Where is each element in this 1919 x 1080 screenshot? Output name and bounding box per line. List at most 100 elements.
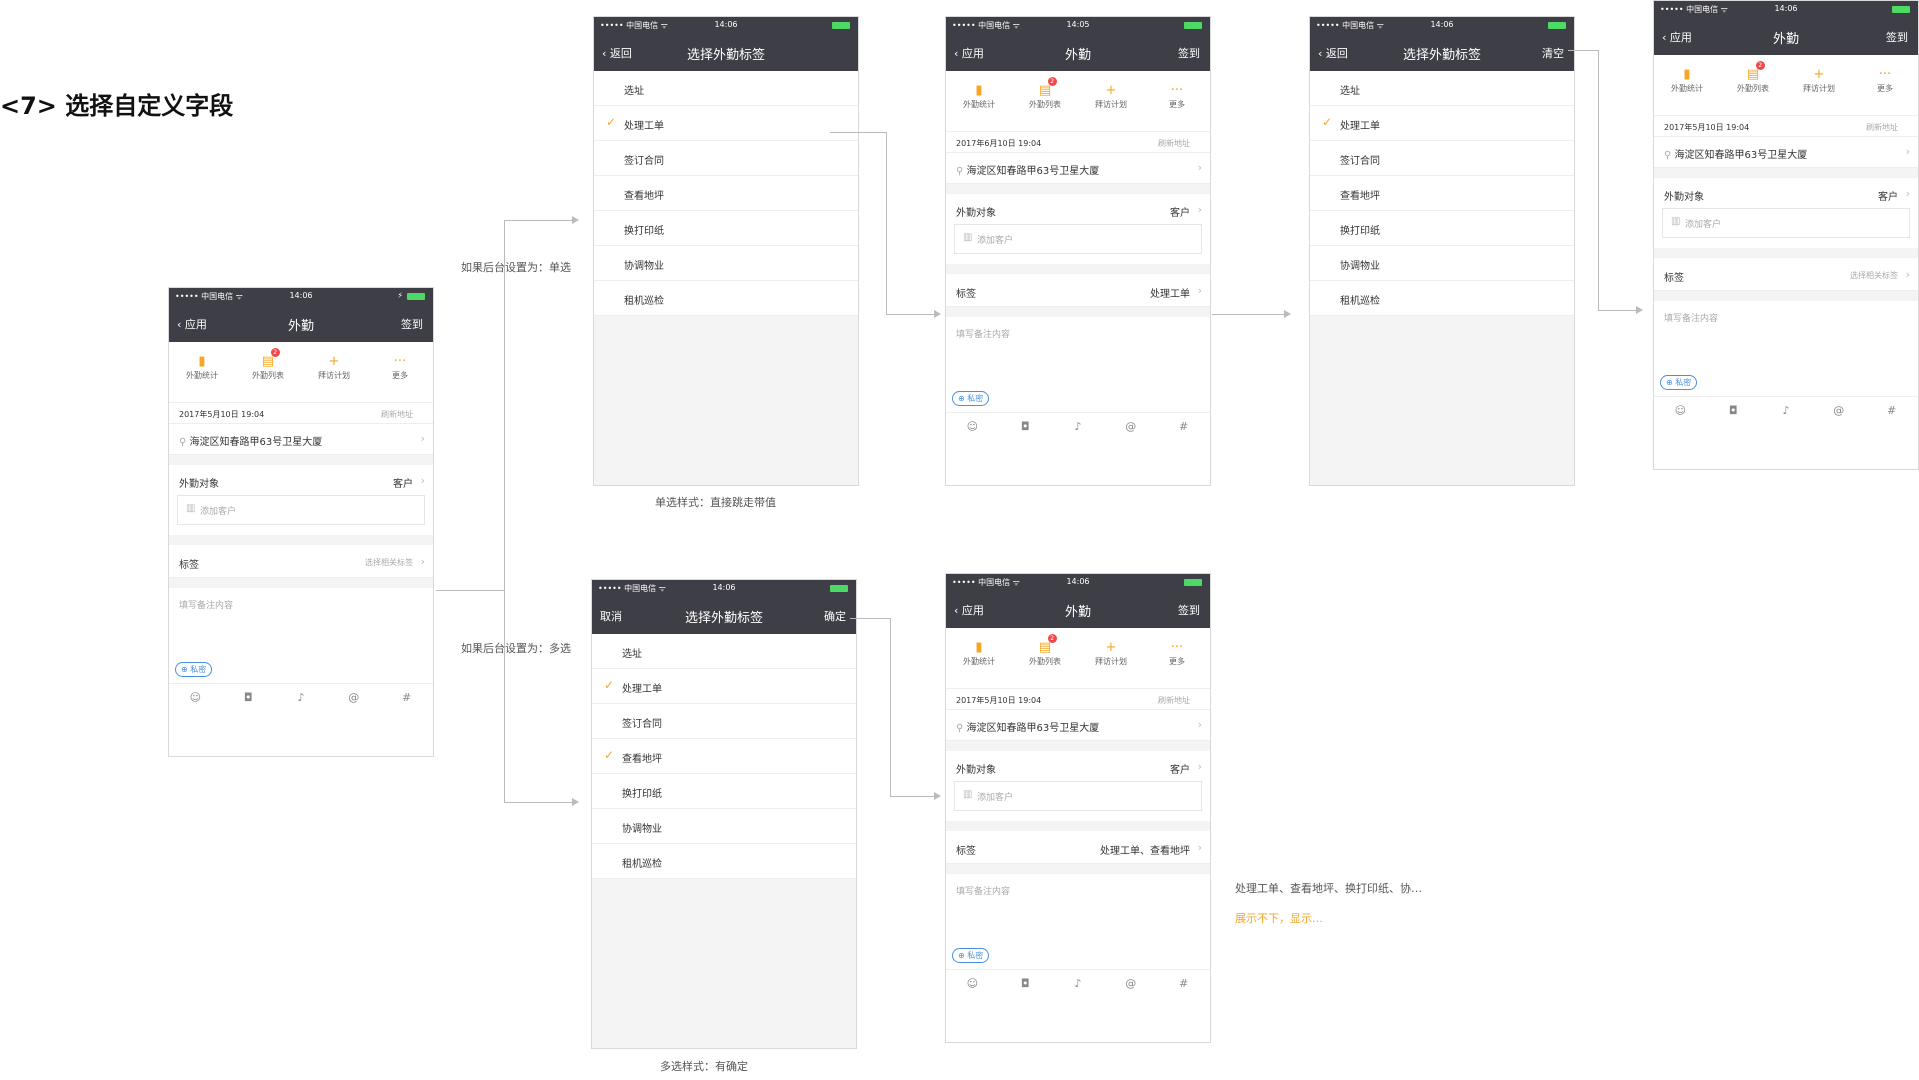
privacy-toggle[interactable]: ⊕ 私密 <box>175 662 213 677</box>
refresh-address-link[interactable]: 刷新地址 <box>1158 695 1190 706</box>
privacy-toggle[interactable]: ⊕ 私密 <box>1660 375 1698 390</box>
tag-option[interactable]: 签订合同 <box>592 704 856 739</box>
tool-plan[interactable]: + 拜访计划 <box>301 342 367 402</box>
checkin-time: 2017年5月10日 19:04 <box>1664 123 1750 132</box>
tag-row[interactable]: 标签 处理工单 › <box>946 274 1210 307</box>
add-customer-field[interactable]: ▥ 添加客户 <box>1662 208 1910 238</box>
refresh-address-link[interactable]: 刷新地址 <box>1866 122 1898 133</box>
memo-area[interactable]: 填写备注内容 ⊕ 私密 <box>946 317 1210 412</box>
sign-in-button[interactable]: 签到 <box>401 316 423 332</box>
tool-stats[interactable]: ▮ 外勤统计 <box>169 342 235 402</box>
tag-option[interactable]: 选址 <box>1310 71 1574 106</box>
target-row[interactable]: 外勤对象 客户 › <box>946 751 1210 781</box>
hashtag-icon[interactable]: # <box>1157 413 1210 441</box>
tool-list[interactable]: ▤ 2 外勤列表 <box>1012 71 1078 131</box>
clear-button[interactable]: 清空 <box>1542 45 1564 61</box>
address-row[interactable]: ⚲ 海淀区知春路甲63号卫星大厦 › <box>946 153 1210 184</box>
overflow-value-note: 处理工单、查看地坪、换打印纸、协… <box>1235 882 1422 895</box>
emoji-icon[interactable]: ☺ <box>946 970 999 998</box>
refresh-address-link[interactable]: 刷新地址 <box>381 409 413 420</box>
tag-option[interactable]: 换打印纸 <box>592 774 856 809</box>
mention-icon[interactable]: @ <box>1104 413 1157 441</box>
chevron-right-icon: › <box>420 555 425 568</box>
tag-option[interactable]: ✓ 处理工单 <box>594 106 858 141</box>
add-customer-field[interactable]: ▥ 添加客户 <box>954 224 1202 254</box>
emoji-icon[interactable]: ☺ <box>1654 397 1707 425</box>
sign-in-button[interactable]: 签到 <box>1886 29 1908 45</box>
camera-icon[interactable]: ◘ <box>999 970 1052 998</box>
tag-option[interactable]: ✓ 查看地坪 <box>592 739 856 774</box>
add-customer-field[interactable]: ▥ 添加客户 <box>177 495 425 525</box>
add-customer-field[interactable]: ▥ 添加客户 <box>954 781 1202 811</box>
bottom-toolbar: ☺ ◘ ♪ @ # <box>1654 396 1918 425</box>
memo-area[interactable]: 填写备注内容 ⊕ 私密 <box>946 874 1210 969</box>
tool-list[interactable]: ▤ 2 外勤列表 <box>1720 55 1786 115</box>
camera-icon[interactable]: ◘ <box>1707 397 1760 425</box>
memo-area[interactable]: 填写备注内容 ⊕ 私密 <box>1654 301 1918 396</box>
privacy-toggle[interactable]: ⊕ 私密 <box>952 948 990 963</box>
tag-option[interactable]: 租机巡检 <box>1310 281 1574 316</box>
tool-list[interactable]: ▤ 2 外勤列表 <box>1012 628 1078 688</box>
mic-icon[interactable]: ♪ <box>1052 413 1105 441</box>
hashtag-icon[interactable]: # <box>380 684 433 712</box>
mic-icon[interactable]: ♪ <box>275 684 328 712</box>
refresh-address-link[interactable]: 刷新地址 <box>1158 138 1190 149</box>
memo-area[interactable]: 填写备注内容 ⊕ 私密 <box>169 588 433 683</box>
sign-in-button[interactable]: 签到 <box>1178 602 1200 618</box>
single-branch-note: 如果后台设置为：单选 <box>461 261 571 274</box>
tag-row[interactable]: 标签 选择相关标签 › <box>169 545 433 578</box>
emoji-icon[interactable]: ☺ <box>946 413 999 441</box>
target-row[interactable]: 外勤对象 客户 › <box>946 194 1210 224</box>
tool-plan[interactable]: + 拜访计划 <box>1078 71 1144 131</box>
tag-option[interactable]: 租机巡检 <box>594 281 858 316</box>
tag-option[interactable]: 协调物业 <box>1310 246 1574 281</box>
tool-more[interactable]: ··· 更多 <box>1144 628 1210 688</box>
target-row[interactable]: 外勤对象 客户 › <box>1654 178 1918 208</box>
mention-icon[interactable]: @ <box>1104 970 1157 998</box>
tag-option[interactable]: 协调物业 <box>592 809 856 844</box>
target-row[interactable]: 外勤对象 客户 › <box>169 465 433 495</box>
tool-stats[interactable]: ▮ 外勤统计 <box>946 71 1012 131</box>
tool-stats[interactable]: ▮ 外勤统计 <box>946 628 1012 688</box>
tag-option[interactable]: 协调物业 <box>594 246 858 281</box>
sign-in-button[interactable]: 签到 <box>1178 45 1200 61</box>
tag-option[interactable]: 租机巡检 <box>592 844 856 879</box>
mention-icon[interactable]: @ <box>1812 397 1865 425</box>
tag-option[interactable]: ✓ 处理工单 <box>592 669 856 704</box>
hashtag-icon[interactable]: # <box>1865 397 1918 425</box>
tag-option[interactable]: 换打印纸 <box>1310 211 1574 246</box>
tag-option[interactable]: 选址 <box>592 634 856 669</box>
mic-icon[interactable]: ♪ <box>1052 970 1105 998</box>
tag-option[interactable]: 查看地坪 <box>594 176 858 211</box>
mention-icon[interactable]: @ <box>327 684 380 712</box>
mic-icon[interactable]: ♪ <box>1760 397 1813 425</box>
tool-plan[interactable]: + 拜访计划 <box>1786 55 1852 115</box>
toolbar: ▮ 外勤统计 ▤ 2 外勤列表 + 拜访计划 ··· 更多 <box>946 71 1210 132</box>
tool-plan[interactable]: + 拜访计划 <box>1078 628 1144 688</box>
tool-list[interactable]: ▤ 2 外勤列表 <box>235 342 301 402</box>
tag-option[interactable]: 签订合同 <box>594 141 858 176</box>
tag-row[interactable]: 标签 选择相关标签 › <box>1654 258 1918 291</box>
privacy-toggle[interactable]: ⊕ 私密 <box>952 391 990 406</box>
tag-row[interactable]: 标签 处理工单、查看地坪 › <box>946 831 1210 864</box>
tool-more[interactable]: ··· 更多 <box>1144 71 1210 131</box>
camera-icon[interactable]: ◘ <box>222 684 275 712</box>
address-row[interactable]: ⚲ 海淀区知春路甲63号卫星大厦 › <box>169 424 433 455</box>
tag-option[interactable]: 签订合同 <box>1310 141 1574 176</box>
confirm-button[interactable]: 确定 <box>824 608 846 624</box>
tag-label: 标签 <box>956 846 976 857</box>
address-row[interactable]: ⚲ 海淀区知春路甲63号卫星大厦 › <box>946 710 1210 741</box>
tag-option[interactable]: 换打印纸 <box>594 211 858 246</box>
divider <box>1654 291 1918 301</box>
emoji-icon[interactable]: ☺ <box>169 684 222 712</box>
tool-stats[interactable]: ▮ 外勤统计 <box>1654 55 1720 115</box>
camera-icon[interactable]: ◘ <box>999 413 1052 441</box>
tag-option[interactable]: ✓ 处理工单 <box>1310 106 1574 141</box>
tag-option[interactable]: 查看地坪 <box>1310 176 1574 211</box>
hashtag-icon[interactable]: # <box>1157 970 1210 998</box>
tool-more[interactable]: ··· 更多 <box>367 342 433 402</box>
address-row[interactable]: ⚲ 海淀区知春路甲63号卫星大厦 › <box>1654 137 1918 168</box>
tool-more[interactable]: ··· 更多 <box>1852 55 1918 115</box>
tag-option[interactable]: 选址 <box>594 71 858 106</box>
